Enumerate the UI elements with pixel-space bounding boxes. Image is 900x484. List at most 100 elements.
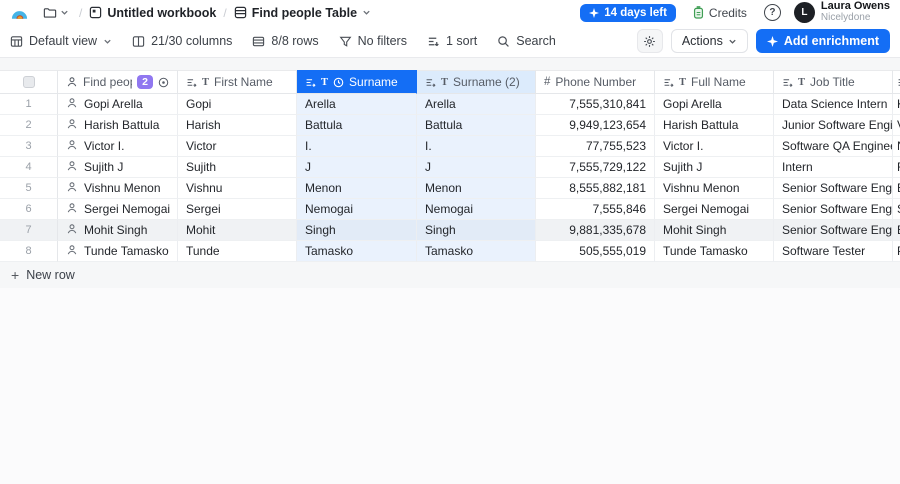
select-all-checkbox[interactable] <box>22 76 35 88</box>
rows-count-button[interactable]: 8/8 rows <box>252 34 319 48</box>
cell-phone[interactable]: 7,555,310,841 <box>536 94 655 115</box>
cell-phone[interactable]: 505,555,019 <box>536 241 655 262</box>
cell-surname[interactable]: J <box>297 157 417 178</box>
trial-days-left-button[interactable]: 14 days left <box>580 3 676 22</box>
cell-full_name[interactable]: Sergei Nemogai <box>655 199 774 220</box>
cell-overflow[interactable]: P <box>893 241 900 262</box>
cell-job_title[interactable]: Intern <box>774 157 893 178</box>
cell-phone[interactable]: 7,555,846 <box>536 199 655 220</box>
cell-find_people[interactable]: Sergei Nemogai <box>58 199 178 220</box>
cell-phone[interactable]: 77,755,523 <box>536 136 655 157</box>
cell-surname[interactable]: Arella <box>297 94 417 115</box>
cell-overflow[interactable]: F <box>893 157 900 178</box>
breadcrumb-workbook[interactable]: Untitled workbook <box>89 6 216 20</box>
sort-button[interactable]: 1 sort <box>427 34 477 48</box>
credits-button[interactable]: Credits <box>687 5 753 21</box>
battery-credits-icon <box>693 6 704 19</box>
run-settings-icon[interactable] <box>158 77 169 88</box>
cell-job_title[interactable]: Senior Software Engineer <box>774 178 893 199</box>
cell-overflow[interactable]: B <box>893 220 900 241</box>
table-settings-button[interactable] <box>636 29 663 53</box>
workbook-title: Untitled workbook <box>107 5 217 20</box>
help-button[interactable]: ? <box>763 4 781 21</box>
cell-find_people[interactable]: Gopi Arella <box>58 94 178 115</box>
cell-full_name[interactable]: Mohit Singh <box>655 220 774 241</box>
cell-full_name[interactable]: Harish Battula <box>655 115 774 136</box>
cell-find_people[interactable]: Vishnu Menon <box>58 178 178 199</box>
sort-lines-icon <box>305 77 316 88</box>
cell-surname2[interactable]: Arella <box>417 94 536 115</box>
cell-find_people[interactable]: Sujith J <box>58 157 178 178</box>
filters-button[interactable]: No filters <box>339 34 407 48</box>
cell-overflow[interactable]: B <box>893 178 900 199</box>
columns-visibility-button[interactable]: 21/30 columns <box>132 34 232 48</box>
cell-overflow[interactable]: V <box>893 115 900 136</box>
cell-surname[interactable]: Singh <box>297 220 417 241</box>
cell-first_name[interactable]: Tunde <box>178 241 297 262</box>
cell-overflow[interactable]: K <box>893 94 900 115</box>
cell-job_title[interactable]: Software QA Engineer <box>774 136 893 157</box>
cell-find_people[interactable]: Victor I. <box>58 136 178 157</box>
sparkle-icon <box>766 35 778 47</box>
cell-surname2[interactable]: Battula <box>417 115 536 136</box>
cell-job_title[interactable]: Senior Software Engineer <box>774 220 893 241</box>
cell-find_people[interactable]: Harish Battula <box>58 115 178 136</box>
column-header-surname2[interactable]: T Surname (2) <box>417 70 536 94</box>
cell-first_name[interactable]: Vishnu <box>178 178 297 199</box>
cell-surname2[interactable]: Menon <box>417 178 536 199</box>
workspace-folder-button[interactable] <box>40 4 72 21</box>
cell-overflow[interactable]: S <box>893 199 900 220</box>
cell-find_people[interactable]: Tunde Tamasko <box>58 241 178 262</box>
cell-full_name[interactable]: Tunde Tamasko <box>655 241 774 262</box>
column-header-full_name[interactable]: T Full Name <box>655 70 774 94</box>
cell-job_title[interactable]: Software Tester <box>774 241 893 262</box>
cell-text: Singh <box>425 223 456 237</box>
actions-button[interactable]: Actions <box>670 29 748 53</box>
cell-text: Software QA Engineer <box>782 139 893 153</box>
cell-job_title[interactable]: Data Science Intern <box>774 94 893 115</box>
cell-surname[interactable]: Menon <box>297 178 417 199</box>
cell-full_name[interactable]: Gopi Arella <box>655 94 774 115</box>
column-header-overflow[interactable] <box>893 70 900 94</box>
cell-surname[interactable]: I. <box>297 136 417 157</box>
cell-full_name[interactable]: Victor I. <box>655 136 774 157</box>
cell-job_title[interactable]: Senior Software Engineer <box>774 199 893 220</box>
cell-first_name[interactable]: Victor <box>178 136 297 157</box>
cell-text: Victor <box>186 139 217 153</box>
cell-full_name[interactable]: Vishnu Menon <box>655 178 774 199</box>
cell-overflow[interactable]: N <box>893 136 900 157</box>
cell-phone[interactable]: 9,949,123,654 <box>536 115 655 136</box>
cell-first_name[interactable]: Sergei <box>178 199 297 220</box>
search-button[interactable]: Search <box>497 34 556 48</box>
rows-icon <box>252 35 265 48</box>
cell-surname2[interactable]: I. <box>417 136 536 157</box>
cell-phone[interactable]: 7,555,729,122 <box>536 157 655 178</box>
column-header-find_people[interactable]: Find people 2 <box>58 70 178 94</box>
cell-surname2[interactable]: J <box>417 157 536 178</box>
cell-first_name[interactable]: Gopi <box>178 94 297 115</box>
cell-first_name[interactable]: Harish <box>178 115 297 136</box>
user-menu[interactable]: L Laura Owens Nicelydone <box>793 1 890 23</box>
cell-phone[interactable]: 9,881,335,678 <box>536 220 655 241</box>
cell-first_name[interactable]: Mohit <box>178 220 297 241</box>
cell-surname2[interactable]: Singh <box>417 220 536 241</box>
breadcrumb-table[interactable]: Find people Table <box>234 6 371 20</box>
cell-surname2[interactable]: Nemogai <box>417 199 536 220</box>
view-selector[interactable]: Default view <box>10 34 112 48</box>
cell-surname[interactable]: Battula <box>297 115 417 136</box>
cell-first_name[interactable]: Sujith <box>178 157 297 178</box>
add-enrichment-button[interactable]: Add enrichment <box>755 29 890 53</box>
column-header-first_name[interactable]: T First Name <box>178 70 297 94</box>
cell-find_people[interactable]: Mohit Singh <box>58 220 178 241</box>
column-header-surname[interactable]: T Surname <box>297 70 417 94</box>
cell-phone[interactable]: 8,555,882,181 <box>536 178 655 199</box>
column-header-job_title[interactable]: T Job Title <box>774 70 893 94</box>
clay-logo-icon[interactable] <box>10 6 29 20</box>
column-header-phone[interactable]: # Phone Number <box>536 70 655 94</box>
cell-surname2[interactable]: Tamasko <box>417 241 536 262</box>
cell-full_name[interactable]: Sujith J <box>655 157 774 178</box>
cell-surname[interactable]: Tamasko <box>297 241 417 262</box>
cell-job_title[interactable]: Junior Software Engineer <box>774 115 893 136</box>
new-row-button[interactable]: + New row <box>0 262 893 288</box>
cell-surname[interactable]: Nemogai <box>297 199 417 220</box>
